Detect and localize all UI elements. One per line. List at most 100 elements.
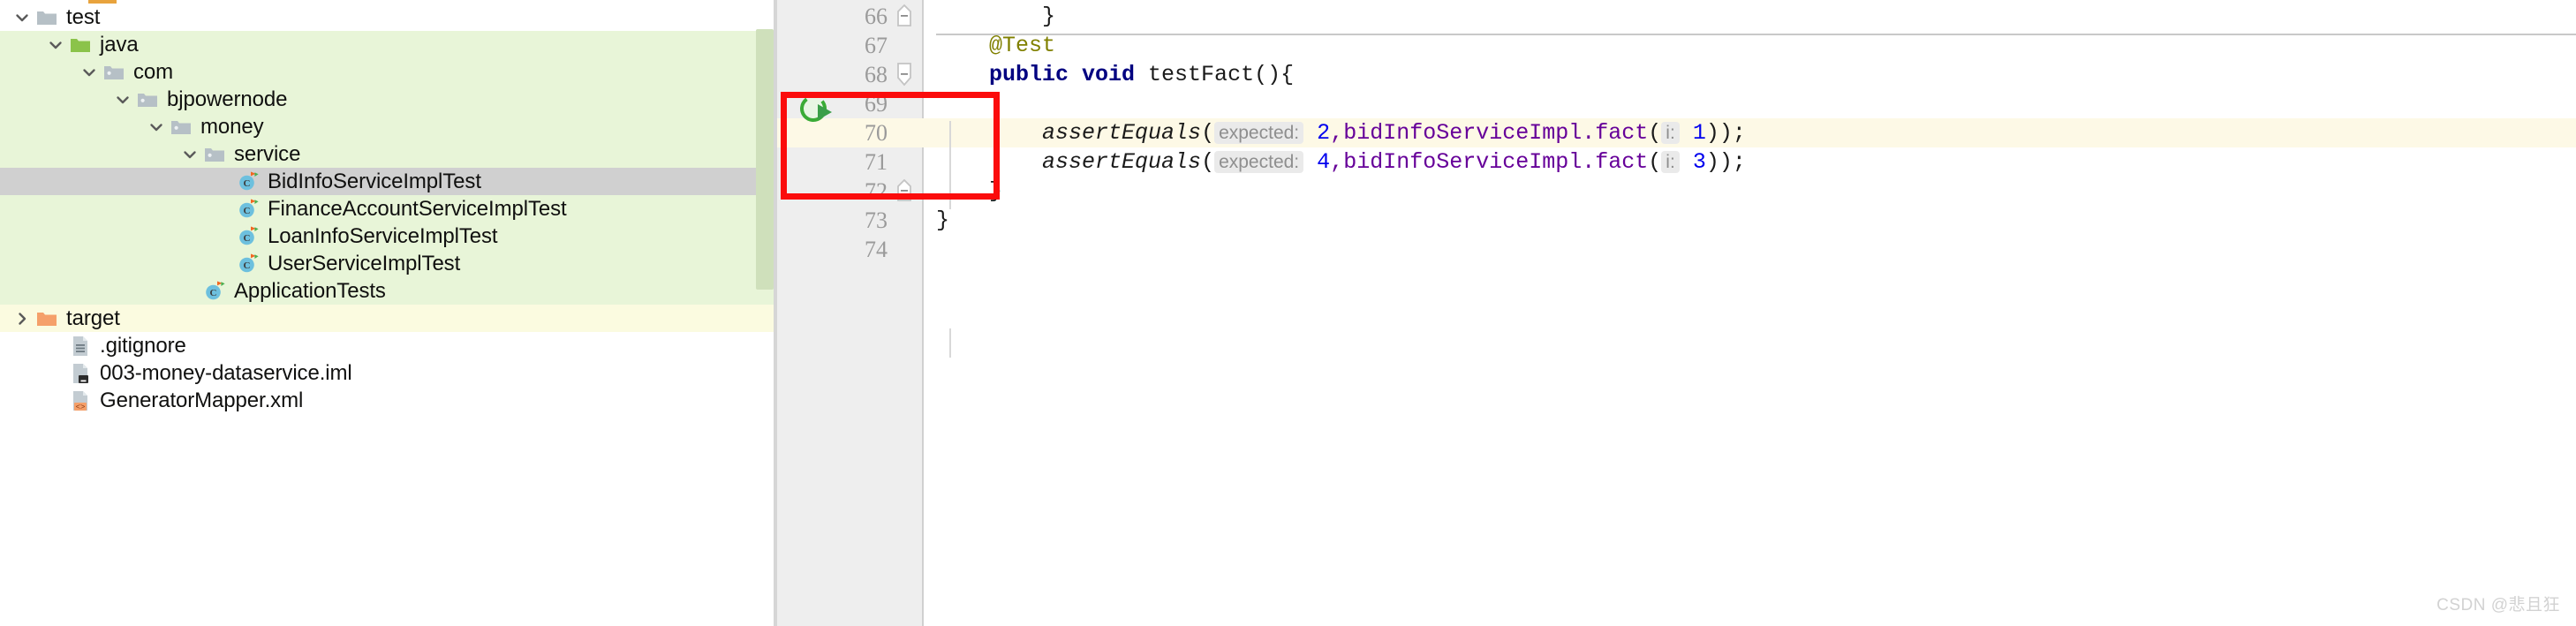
indent-spacer xyxy=(0,113,145,140)
tree-row-label: java xyxy=(100,32,139,57)
tree-row-test[interactable]: test xyxy=(0,4,777,31)
folder-grey-icon xyxy=(34,4,60,31)
line-number: 68 xyxy=(865,62,888,87)
tree-row-target[interactable]: target xyxy=(0,305,777,332)
editor-line-74[interactable]: 74 xyxy=(777,235,2576,264)
code-text[interactable]: } xyxy=(936,177,1002,206)
tree-row-label: LoanInfoServiceImplTest xyxy=(268,223,498,248)
editor-line-68[interactable]: 68 public void testFact(){ xyxy=(777,60,2576,89)
file-xml-icon: <> xyxy=(67,387,94,414)
indent-spacer xyxy=(0,168,212,195)
svg-text:C: C xyxy=(210,288,217,298)
tree-row-service[interactable]: service xyxy=(0,140,777,168)
svg-text:C: C xyxy=(244,206,251,216)
chevron-down-icon[interactable] xyxy=(145,113,168,140)
indent-spacer xyxy=(0,222,212,250)
tree-row-bjpowernode[interactable]: bjpowernode xyxy=(0,86,777,113)
code-text[interactable]: assertEquals(expected: 4,bidInfoServiceI… xyxy=(936,147,1746,177)
chevron-down-icon[interactable] xyxy=(78,58,101,86)
indent-spacer xyxy=(0,359,44,387)
csdn-watermark: CSDN @悲且狂 xyxy=(2436,596,2560,615)
svg-text:<>: <> xyxy=(76,403,86,411)
code-token: , xyxy=(1330,149,1344,175)
file-text-icon xyxy=(67,332,94,359)
tree-row-generatormapper-xml[interactable]: <> GeneratorMapper.xml xyxy=(0,387,777,414)
tree-row-label: com xyxy=(133,59,174,84)
chevron-down-icon[interactable] xyxy=(111,86,134,113)
parameter-hint: expected: xyxy=(1214,151,1304,173)
editor-line-72[interactable]: 72 } xyxy=(777,177,2576,206)
tree-row-money[interactable]: money xyxy=(0,113,777,140)
idea-window: test java com bjpowernode money service C BidIn… xyxy=(0,0,2576,626)
chevron-down-icon[interactable] xyxy=(11,4,34,31)
no-arrow-spacer xyxy=(212,250,235,277)
code-fold-marker[interactable] xyxy=(890,60,918,89)
editor-line-70[interactable]: 70 assertEquals(expected: 2,bidInfoServi… xyxy=(777,118,2576,147)
chevron-right-icon[interactable] xyxy=(11,305,34,332)
tree-row-financeaccountserviceimpltest[interactable]: C FinanceAccountServiceImplTest xyxy=(0,195,777,222)
code-token: 2 xyxy=(1317,120,1331,146)
code-text[interactable]: public void testFact(){ xyxy=(936,60,1294,89)
project-tool-window[interactable]: test java com bjpowernode money service C BidIn… xyxy=(0,0,777,626)
line-number: 72 xyxy=(865,178,888,204)
editor-line-73[interactable]: 73} xyxy=(777,206,2576,235)
indent-spacer xyxy=(0,31,44,58)
code-text[interactable]: } xyxy=(936,206,949,235)
code-token: , xyxy=(1330,120,1344,146)
indent-spacer xyxy=(0,140,178,168)
editor-area[interactable]: 66 } 67 @Test 68 public void testFact(){69… xyxy=(777,0,2576,626)
java-test-class-icon: C xyxy=(235,168,261,195)
editor-line-71[interactable]: 71 assertEquals(expected: 4,bidInfoServi… xyxy=(777,147,2576,177)
code-token: ( xyxy=(1201,149,1215,175)
code-token: @Test xyxy=(936,33,1056,58)
tree-row-label: BidInfoServiceImplTest xyxy=(268,169,481,193)
method-separator-line xyxy=(936,34,2576,35)
tree-row-applicationtests[interactable]: C ApplicationTests xyxy=(0,277,777,305)
folder-package-icon xyxy=(168,113,194,140)
run-test-gutter-icon[interactable] xyxy=(797,92,837,127)
sidebar-vertical-scrollbar[interactable] xyxy=(756,29,774,290)
code-token: . xyxy=(1582,149,1596,175)
tree-row-label: ApplicationTests xyxy=(234,278,386,303)
no-arrow-spacer xyxy=(212,168,235,195)
indent-spacer xyxy=(0,305,11,332)
code-token: public void xyxy=(989,62,1136,87)
tree-row-label: 003-money-dataservice.iml xyxy=(100,360,352,385)
parameter-hint: i: xyxy=(1661,122,1680,144)
tree-row-loaninfoserviceimpltest[interactable]: C LoanInfoServiceImplTest xyxy=(0,222,777,250)
tree-row-003-money-dataservice-iml[interactable]: 003-money-dataservice.iml xyxy=(0,359,777,387)
indent-spacer xyxy=(0,250,212,277)
no-arrow-spacer xyxy=(212,195,235,222)
tree-row-com[interactable]: com xyxy=(0,58,777,86)
editor-line-66[interactable]: 66 } xyxy=(777,2,2576,31)
editor-line-69[interactable]: 69 xyxy=(777,89,2576,118)
code-token: bidInfoServiceImpl xyxy=(1343,149,1583,175)
parameter-hint: expected: xyxy=(1214,122,1304,144)
line-number: 73 xyxy=(865,207,888,233)
code-token: 3 xyxy=(1692,149,1706,175)
code-token: assertEquals xyxy=(1042,149,1202,175)
code-token: ( xyxy=(1648,120,1662,146)
svg-text:C: C xyxy=(244,233,251,244)
java-test-class-icon: C xyxy=(201,277,228,305)
parameter-hint: i: xyxy=(1661,151,1680,173)
code-text[interactable]: } xyxy=(936,2,1055,31)
code-text[interactable]: assertEquals(expected: 2,bidInfoServiceI… xyxy=(936,118,1746,147)
chevron-down-icon[interactable] xyxy=(44,31,67,58)
tree-row-gitignore[interactable]: .gitignore xyxy=(0,332,777,359)
code-token: } xyxy=(936,4,1056,29)
tree-row-bidinfoserviceimpltest[interactable]: C BidInfoServiceImplTest xyxy=(0,168,777,195)
folder-package-icon xyxy=(201,140,228,168)
code-token: } xyxy=(936,178,1003,204)
chevron-down-icon[interactable] xyxy=(178,140,201,168)
indent-spacer xyxy=(0,195,212,222)
tree-row-userserviceimpltest[interactable]: C UserServiceImplTest xyxy=(0,250,777,277)
indent-guide xyxy=(949,328,951,358)
code-fold-marker[interactable] xyxy=(890,2,918,31)
tree-row-label: UserServiceImplTest xyxy=(268,251,461,275)
tree-row-java[interactable]: java xyxy=(0,31,777,58)
code-fold-marker[interactable] xyxy=(890,177,918,206)
